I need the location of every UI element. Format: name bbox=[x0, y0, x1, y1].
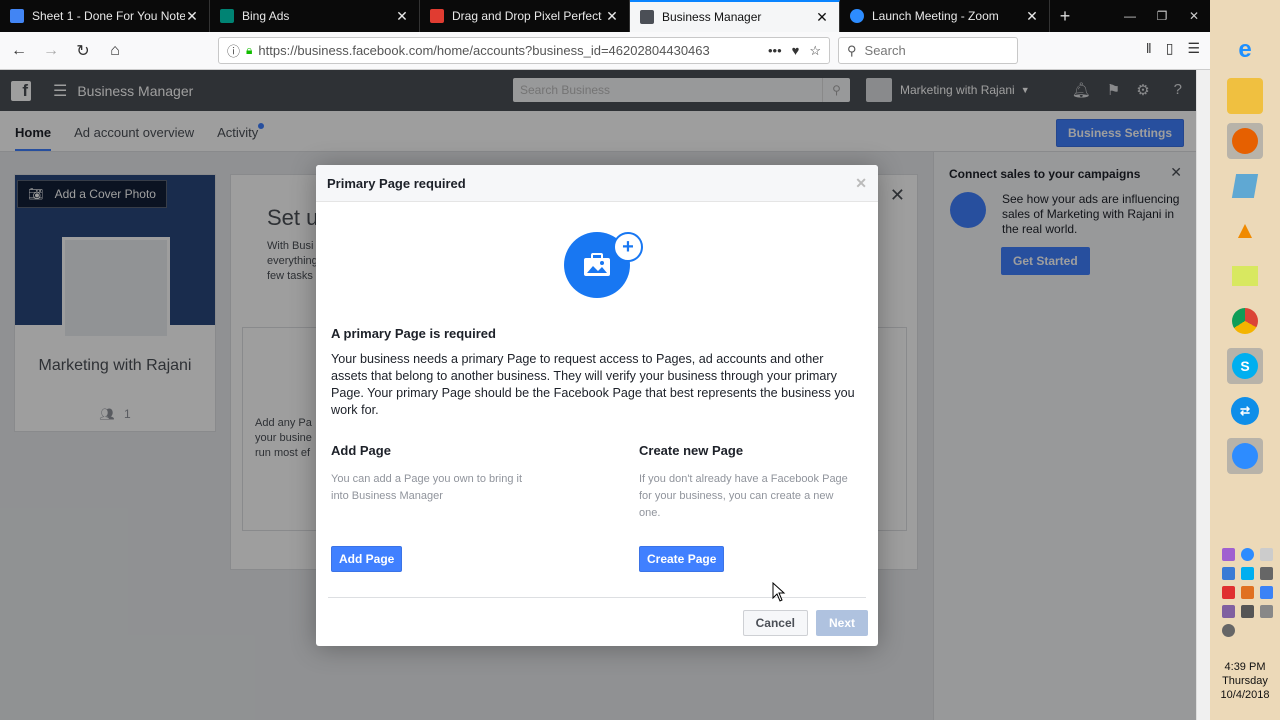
dialog-title: Primary Page required bbox=[327, 175, 466, 191]
tab-title: Drag and Drop Pixel Perfect bbox=[452, 9, 602, 23]
pin-icon bbox=[430, 9, 444, 23]
search-placeholder: Search bbox=[864, 43, 906, 58]
home-icon[interactable]: ⌂ bbox=[100, 36, 130, 66]
cancel-button[interactable]: Cancel bbox=[742, 610, 808, 636]
system-tray bbox=[1222, 548, 1280, 637]
dialog-paragraph: Your business needs a primary Page to re… bbox=[331, 352, 855, 417]
restore-icon[interactable]: ❐ bbox=[1146, 0, 1178, 32]
network-tray-icon[interactable] bbox=[1222, 567, 1235, 580]
sidebar-icon[interactable]: ▯ bbox=[1166, 40, 1174, 57]
close-icon[interactable]: ✕ bbox=[1025, 8, 1039, 25]
primary-page-dialog: Primary Page required ✕ + A primary Page… bbox=[316, 165, 878, 646]
new-tab-button[interactable]: + bbox=[1050, 0, 1080, 32]
more-actions-icon[interactable]: ••• bbox=[768, 43, 782, 59]
skype-tray-icon[interactable] bbox=[1241, 567, 1254, 580]
dialog-header: Primary Page required ✕ bbox=[316, 165, 878, 202]
zoom-app-icon[interactable] bbox=[1227, 438, 1263, 474]
internet-explorer-icon[interactable]: e bbox=[1227, 32, 1263, 68]
business-manager-icon bbox=[640, 10, 654, 24]
url-bar[interactable]: ⓘ 🔒︎ https://business.facebook.com/home/… bbox=[218, 37, 830, 64]
close-icon[interactable]: ✕ bbox=[855, 175, 867, 192]
create-page-button[interactable]: Create Page bbox=[639, 546, 725, 572]
skype-icon[interactable]: S bbox=[1227, 348, 1263, 384]
close-icon[interactable]: ✕ bbox=[185, 8, 199, 25]
file-explorer-icon[interactable] bbox=[1227, 78, 1263, 114]
browser-search[interactable]: ⚲ Search bbox=[838, 37, 1018, 64]
forward-icon[interactable]: → bbox=[36, 36, 66, 66]
info-icon[interactable]: ⓘ bbox=[227, 41, 240, 60]
bookmark-star-icon[interactable]: ☆ bbox=[809, 43, 821, 59]
tab-pixel[interactable]: Drag and Drop Pixel Perfect ✕ bbox=[420, 0, 630, 32]
lock-icon: 🔒︎ bbox=[246, 43, 253, 57]
next-button[interactable]: Next bbox=[815, 610, 868, 636]
create-page-description: If you don't already have a Facebook Pag… bbox=[639, 473, 848, 519]
bing-icon bbox=[220, 9, 234, 23]
sheets-icon bbox=[10, 9, 24, 23]
tab-title: Sheet 1 - Done For You Notes bbox=[32, 9, 185, 23]
dialog-heading: A primary Page is required bbox=[331, 326, 496, 341]
flag-tray-icon[interactable] bbox=[1260, 567, 1273, 580]
add-page-title: Add Page bbox=[331, 443, 391, 458]
back-icon[interactable]: ← bbox=[4, 36, 34, 66]
add-page-button[interactable]: Add Page bbox=[331, 546, 403, 572]
color-tray-icon[interactable] bbox=[1241, 586, 1254, 599]
clock-time: 4:39 PM bbox=[1224, 661, 1266, 673]
add-page-section: Add Page You can add a Page you own to b… bbox=[331, 443, 541, 505]
create-page-title: Create new Page bbox=[639, 443, 744, 458]
clock-date: 10/4/2018 bbox=[1220, 689, 1270, 701]
close-icon[interactable]: ✕ bbox=[395, 8, 409, 25]
folder-icon[interactable] bbox=[1227, 258, 1263, 294]
browser-tabbar: Sheet 1 - Done For You Notes ✕ Bing Ads … bbox=[0, 0, 1210, 32]
page-scrollbar[interactable] bbox=[1196, 70, 1210, 720]
pen-icon[interactable] bbox=[1222, 548, 1235, 561]
reload-icon[interactable]: ↻ bbox=[68, 36, 98, 66]
system-clock[interactable]: 4:39 PM Thursday 10/4/2018 bbox=[1210, 660, 1280, 702]
url-text[interactable]: https://business.facebook.com/home/accou… bbox=[258, 43, 768, 58]
stylus-icon[interactable] bbox=[1222, 605, 1235, 618]
tab-sheet[interactable]: Sheet 1 - Done For You Notes ✕ bbox=[0, 0, 210, 32]
zoom-icon bbox=[850, 9, 864, 23]
menu-icon[interactable]: ☰ bbox=[1187, 40, 1200, 57]
tab-zoom[interactable]: Launch Meeting - Zoom ✕ bbox=[840, 0, 1050, 32]
k7-icon[interactable] bbox=[1241, 605, 1254, 618]
tab-bing-ads[interactable]: Bing Ads ✕ bbox=[210, 0, 420, 32]
minimize-icon[interactable]: — bbox=[1114, 0, 1146, 32]
close-icon[interactable]: ✕ bbox=[605, 8, 619, 25]
close-window-icon[interactable]: ✕ bbox=[1178, 0, 1210, 32]
close-icon[interactable]: ✕ bbox=[815, 9, 829, 26]
tray-extra-icon[interactable] bbox=[1260, 605, 1273, 618]
volume-icon[interactable] bbox=[1222, 624, 1235, 637]
library-icon[interactable]: ‖ bbox=[1146, 40, 1152, 57]
tab-title: Bing Ads bbox=[242, 9, 290, 23]
tab-business-manager[interactable]: Business Manager ✕ bbox=[630, 0, 840, 32]
mouse-cursor-icon bbox=[772, 582, 786, 602]
vlc-icon[interactable]: ▲ bbox=[1227, 213, 1263, 249]
firefox-icon[interactable] bbox=[1227, 123, 1263, 159]
create-page-section: Create new Page If you don't already hav… bbox=[639, 443, 849, 522]
search-icon: ⚲ bbox=[847, 42, 857, 58]
window-controls: — ❐ ✕ bbox=[1114, 0, 1210, 32]
device-icon[interactable] bbox=[1260, 548, 1273, 561]
tab-title: Business Manager bbox=[662, 10, 762, 24]
add-page-description: You can add a Page you own to bring it i… bbox=[331, 473, 523, 502]
browser-navbar: ← → ↻ ⌂ ⓘ 🔒︎ https://business.facebook.c… bbox=[0, 32, 1210, 70]
zoom-tray-icon[interactable] bbox=[1241, 548, 1254, 561]
teamviewer-icon[interactable]: ⇄ bbox=[1227, 393, 1263, 429]
record-tray-icon[interactable] bbox=[1222, 586, 1235, 599]
chrome-icon[interactable] bbox=[1227, 303, 1263, 339]
clock-day: Thursday bbox=[1222, 675, 1268, 687]
browser-tools: ‖ ▯ ☰ bbox=[1146, 40, 1200, 57]
tab-title: Launch Meeting - Zoom bbox=[872, 9, 999, 23]
dropbox-icon[interactable] bbox=[1260, 586, 1273, 599]
notes-app-icon[interactable] bbox=[1227, 168, 1263, 204]
plus-icon: + bbox=[613, 232, 643, 262]
pocket-icon[interactable]: ♥ bbox=[792, 43, 800, 59]
windows-taskbar: e ▲ S ⇄ 4:39 PM Thursday 10/4/2018 bbox=[1210, 0, 1280, 720]
